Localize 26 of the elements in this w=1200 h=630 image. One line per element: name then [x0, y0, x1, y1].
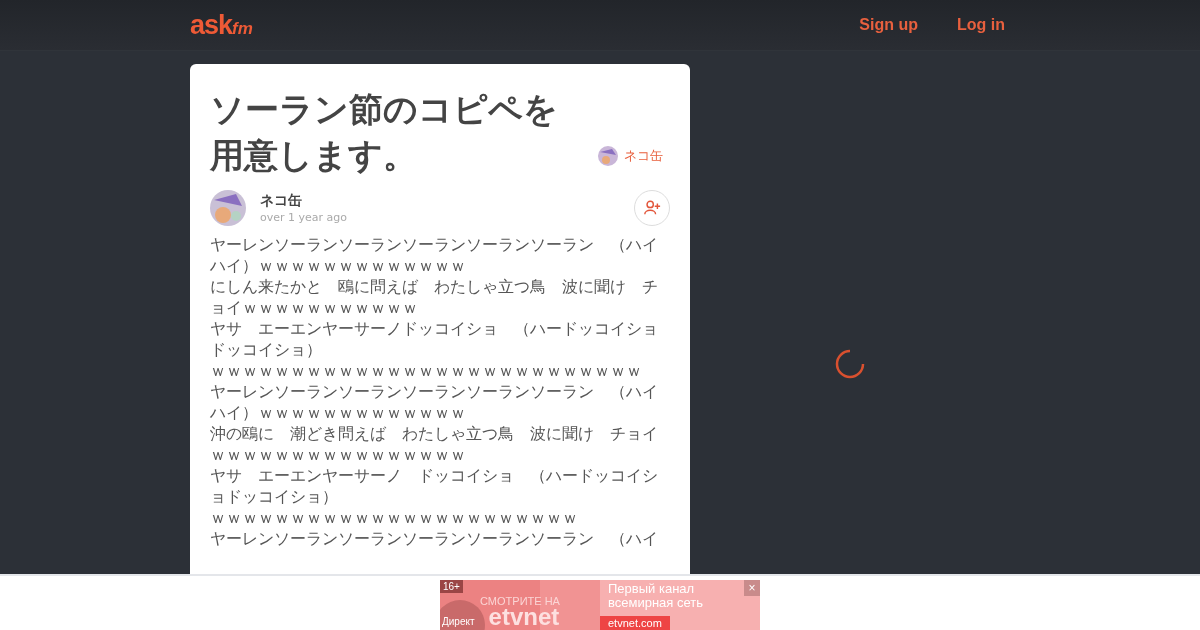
question-title: ソーラン節のコピペを用意します。 — [210, 88, 559, 177]
answer-text: ｗｗｗｗｗｗｗｗｗｗｗｗｗｗｗｗｗｗｗｗｗｗｗ — [210, 507, 579, 528]
ad-tagline: СМОТРИТЕ НА — [480, 595, 560, 607]
close-button[interactable]: × — [744, 580, 760, 596]
nav-link[interactable]: Sign up — [859, 16, 918, 34]
answer-text: ｗｗｗｗｗｗｗｗｗｗｗｗｗｗｗｗｗｗｗｗｗｗｗｗｗｗｗ — [210, 360, 643, 381]
logo[interactable]: askfm — [190, 9, 253, 41]
ad-headline: Первый канал всемирная сеть — [608, 582, 704, 610]
avatar — [598, 146, 618, 166]
answer-text: ヤーレンソーランソーランソーランソーランソーラン （ハイハイ）ｗｗｗｗｗｗｗｗｗｗｗｗｗ — [210, 234, 659, 276]
age-rating: 16+ — [440, 580, 463, 593]
add-person-icon — [643, 199, 661, 217]
answer-text: にしん来たかと 鴎に問えば わたしゃ立つ鳥 波に聞け チョイｗｗｗｗｗｗｗｗｗｗｗ — [210, 276, 659, 318]
ad-brand: etvnet — [488, 607, 560, 627]
avatar — [210, 190, 246, 226]
answer-text: ヤーレンソーランソーランソーランソーランソーラン （ハイハイ）ｗｗｗｗｗｗｗｗｗｗｗｗｗ — [210, 381, 659, 423]
answer-text: 沖の鴎に 潮どき問えば わたしゃ立つ鳥 波に聞け チョイｗｗｗｗｗｗｗｗｗｗｗｗｗｗｗｗ — [210, 423, 659, 465]
loading-spinner-icon — [834, 348, 866, 380]
ad-link[interactable]: etvnet.com — [600, 616, 670, 630]
post-time: over 1 year ago — [260, 211, 348, 224]
answer-text: ヤーレンソーランソーランソーランソーランソーラン （ハイ — [210, 528, 659, 549]
nav-link[interactable]: Log in — [957, 16, 1005, 34]
asker-link[interactable]: ネコ缶 — [598, 146, 663, 166]
ad-source: Директ — [442, 616, 475, 627]
follow-button[interactable] — [634, 190, 670, 226]
author-name[interactable]: ネコ缶 — [260, 192, 634, 210]
